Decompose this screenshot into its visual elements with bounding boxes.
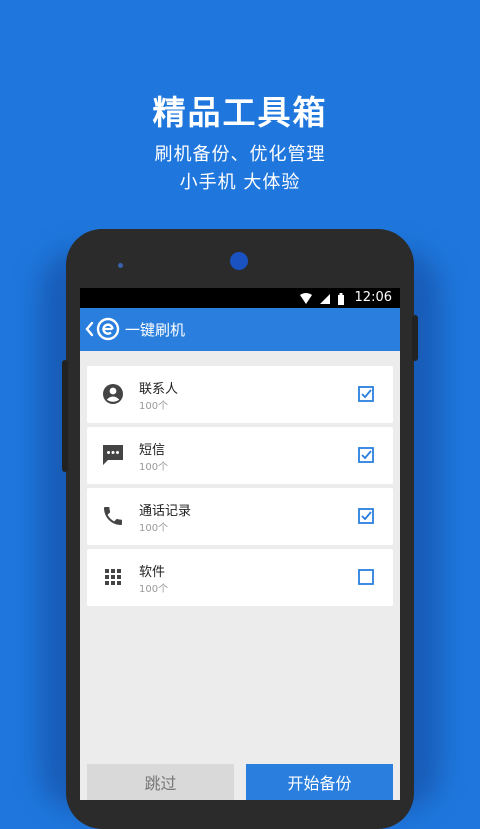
item-count: 100个 xyxy=(139,584,169,595)
checkbox-checked-icon[interactable] xyxy=(358,386,374,402)
checkbox-unchecked-icon[interactable] xyxy=(358,569,374,585)
phone-power-button xyxy=(412,315,418,361)
signal-icon xyxy=(320,294,330,304)
chevron-left-icon[interactable] xyxy=(84,319,94,339)
app-bar: 一键刷机 xyxy=(80,308,400,351)
checkbox-checked-icon[interactable] xyxy=(358,508,374,524)
battery-icon xyxy=(338,293,344,305)
wifi-icon xyxy=(300,293,312,304)
item-count: 100个 xyxy=(139,523,169,534)
phone-screen: 12:06 一键刷机 联系人 100个 短信 100个 通话记录 100个 软件… xyxy=(80,288,400,800)
app-logo-icon xyxy=(96,317,120,341)
status-icons xyxy=(300,293,344,305)
backup-list: 联系人 100个 短信 100个 通话记录 100个 软件 100个 xyxy=(87,366,393,610)
item-name: 短信 xyxy=(139,443,166,458)
status-bar: 12:06 xyxy=(80,288,400,308)
phone-icon xyxy=(104,507,122,525)
item-count: 100个 xyxy=(139,401,169,412)
message-icon xyxy=(103,445,123,465)
contact-icon xyxy=(103,384,123,404)
app-title: 一键刷机 xyxy=(125,321,186,339)
promo-subtitle-line2: 小手机 大体验 xyxy=(179,172,301,193)
item-name: 软件 xyxy=(139,565,166,580)
promo-title: 精品工具箱 xyxy=(152,93,328,132)
start-backup-button[interactable]: 开始备份 xyxy=(246,764,393,800)
phone-sensor xyxy=(118,263,123,268)
item-name: 通话记录 xyxy=(139,504,192,519)
status-time: 12:06 xyxy=(354,290,392,305)
list-item-apps[interactable]: 软件 100个 xyxy=(87,549,393,606)
list-item-contacts[interactable]: 联系人 100个 xyxy=(87,366,393,423)
list-item-call-log[interactable]: 通话记录 100个 xyxy=(87,488,393,545)
item-count: 100个 xyxy=(139,462,169,473)
phone-volume-button xyxy=(62,360,68,472)
promo-subtitle-line1: 刷机备份、优化管理 xyxy=(154,144,326,165)
skip-button[interactable]: 跳过 xyxy=(87,764,234,800)
apps-grid-icon xyxy=(105,569,121,585)
checkbox-checked-icon[interactable] xyxy=(358,447,374,463)
item-name: 联系人 xyxy=(139,382,179,397)
list-item-messages[interactable]: 短信 100个 xyxy=(87,427,393,484)
phone-camera xyxy=(230,252,248,270)
